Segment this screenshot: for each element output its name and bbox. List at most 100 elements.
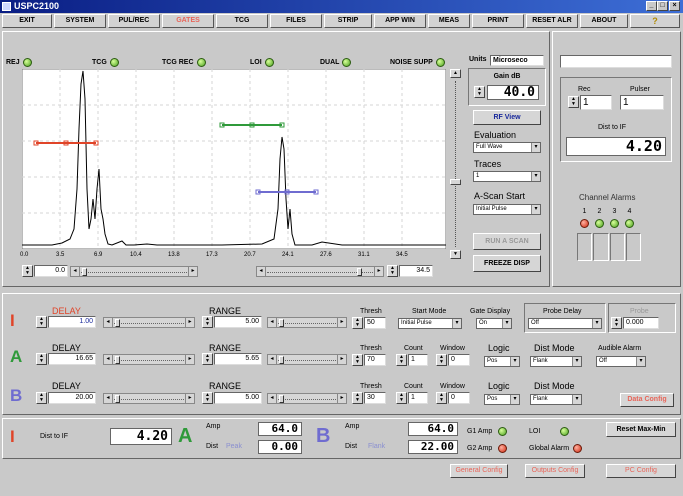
rec-value[interactable]: 1 [580,95,612,110]
start-mode-select[interactable]: Initial Pulse [398,318,462,329]
menu-about[interactable]: ABOUT [580,14,628,28]
gate-i-thresh-value[interactable]: 50 [364,317,386,329]
data-config-button[interactable]: Data Config [620,393,674,407]
probe-delay-select[interactable]: Off [528,318,602,329]
right-arrow-icon[interactable]: ▸ [337,318,346,327]
menu-meas[interactable]: MEAS [428,14,470,28]
gate-display-select[interactable]: On [476,318,512,329]
ascan-plot[interactable] [22,69,446,249]
gate-b-window-spin[interactable]: ▲ ▼ [436,392,447,404]
maximize-button[interactable]: □ [657,1,668,11]
left-arrow-icon[interactable]: ◂ [268,318,277,327]
gate-b-range-slider[interactable]: ◂ ▸ [267,393,347,404]
gate-b-logic-select[interactable]: Pos [484,394,520,405]
gate-a-dist-mode-select[interactable]: Flank [530,356,582,367]
gate-a-range-slider[interactable]: ◂ ▸ [267,354,347,365]
slider-thumb[interactable] [115,319,120,327]
gate-b-thresh-value[interactable]: 30 [364,392,386,404]
dual-toggle[interactable]: DUAL [320,58,352,67]
slider-thumb[interactable] [357,268,362,276]
close-button[interactable]: × [669,1,680,11]
gain-value[interactable]: 40.0 [487,85,539,100]
gate-b-range-value[interactable]: 5.00 [214,392,262,404]
units-field[interactable]: Microseco [490,55,544,66]
range-end-spin[interactable]: ▲ ▼ [387,265,398,277]
gate-a-range-value[interactable]: 5.65 [214,353,262,365]
slider-thumb[interactable] [279,356,284,364]
menu-pulrec[interactable]: PUL/REC [108,14,160,28]
gate-b-thresh-spin[interactable]: ▲ ▼ [352,392,363,404]
gate-a-thresh-spin[interactable]: ▲ ▼ [352,354,363,366]
evaluation-select[interactable]: Full Wave [473,142,541,153]
gate-i-thresh-spin[interactable]: ▲ ▼ [352,317,363,329]
right-arrow-icon[interactable]: ▸ [337,394,346,403]
pulser-value[interactable]: 1 [620,95,664,110]
gate-a-logic-select[interactable]: Pos [484,356,520,367]
gate-a-delay-value[interactable]: 16.65 [48,353,96,365]
gate-a-delay-spin[interactable]: ▲ ▼ [36,353,47,365]
right-arrow-icon[interactable]: ▸ [337,355,346,364]
probe-value[interactable]: 0.000 [623,317,659,329]
range-start-slider[interactable]: ◂ ▸ [70,266,198,277]
gate-b-count-value[interactable]: 1 [408,392,428,404]
left-arrow-icon[interactable]: ◂ [71,267,80,276]
left-arrow-icon[interactable]: ◂ [268,394,277,403]
gate-a-window-spin[interactable]: ▲ ▼ [436,354,447,366]
gate-b-range-spin[interactable]: ▲ ▼ [202,392,213,404]
threshold-down-arrow-icon[interactable]: ▼ [450,250,461,259]
menu-system[interactable]: SYSTEM [54,14,106,28]
menu-exit[interactable]: EXIT [2,14,52,28]
menu-files[interactable]: FILES [270,14,322,28]
menu-print[interactable]: PRINT [472,14,524,28]
threshold-up-arrow-icon[interactable]: ▲ [450,69,461,78]
gate-i-delay-value[interactable]: 1.00 [48,316,96,328]
slider-thumb[interactable] [279,319,284,327]
gate-a-count-value[interactable]: 1 [408,354,428,366]
outputs-config-button[interactable]: Outputs Config [525,464,585,478]
gate-b-window-value[interactable]: 0 [448,392,470,404]
reset-maxmin-button[interactable]: Reset Max-Min [606,422,676,437]
threshold-slider[interactable]: ▲ ▼ [449,69,463,259]
gate-i-delay-slider[interactable]: ◂ ▸ [103,317,195,328]
gate-b-count-spin[interactable]: ▲ ▼ [396,392,407,404]
gate-a-delay-slider[interactable]: ◂ ▸ [103,354,195,365]
gate-i-range-spin[interactable]: ▲ ▼ [202,316,213,328]
rej-toggle[interactable]: REJ [6,58,32,67]
menu-tcg[interactable]: TCG [216,14,268,28]
run-ascan-button[interactable]: RUN A SCAN [473,233,541,250]
range-end-slider[interactable]: ◂ ▸ [256,266,384,277]
slider-thumb[interactable] [115,356,120,364]
ascan-start-select[interactable]: Initial Pulse [473,204,541,215]
gate-b-delay-spin[interactable]: ▲ ▼ [36,392,47,404]
gate-b-delay-value[interactable]: 20.00 [48,392,96,404]
gate-i-delay-spin[interactable]: ▲ ▼ [36,316,47,328]
gate-b-delay-slider[interactable]: ◂ ▸ [103,393,195,404]
loi-toggle[interactable]: LOI [250,58,274,67]
menu-strip[interactable]: STRIP [324,14,372,28]
right-status-field[interactable] [560,55,672,68]
general-config-button[interactable]: General Config [450,464,508,478]
threshold-thumb[interactable] [450,179,461,185]
rec-spin[interactable]: ▲ ▼ [568,96,579,108]
gate-a-window-value[interactable]: 0 [448,354,470,366]
range-start-value[interactable]: 0.0 [34,265,68,277]
menu-help-icon[interactable]: ? [630,14,680,28]
tcg-toggle[interactable]: TCG [92,58,119,67]
right-arrow-icon[interactable]: ▸ [188,267,197,276]
gain-spin[interactable]: ▲ ▼ [474,86,485,98]
left-arrow-icon[interactable]: ◂ [268,355,277,364]
menu-reset-alr[interactable]: RESET ALR [526,14,578,28]
noise-supp-toggle[interactable]: NOISE SUPP [390,58,445,67]
gate-i-range-value[interactable]: 5.00 [214,316,262,328]
audible-alarm-select[interactable]: Off [596,356,646,367]
menu-app-win[interactable]: APP WIN [374,14,426,28]
left-arrow-icon[interactable]: ◂ [257,267,266,276]
tcg-rec-toggle[interactable]: TCG REC [162,58,206,67]
right-arrow-icon[interactable]: ▸ [185,355,194,364]
slider-thumb[interactable] [279,395,284,403]
left-arrow-icon[interactable]: ◂ [104,394,113,403]
slider-thumb[interactable] [115,395,120,403]
rf-view-button[interactable]: RF View [473,110,541,125]
range-start-spin[interactable]: ▲ ▼ [22,265,33,277]
gate-a-count-spin[interactable]: ▲ ▼ [396,354,407,366]
